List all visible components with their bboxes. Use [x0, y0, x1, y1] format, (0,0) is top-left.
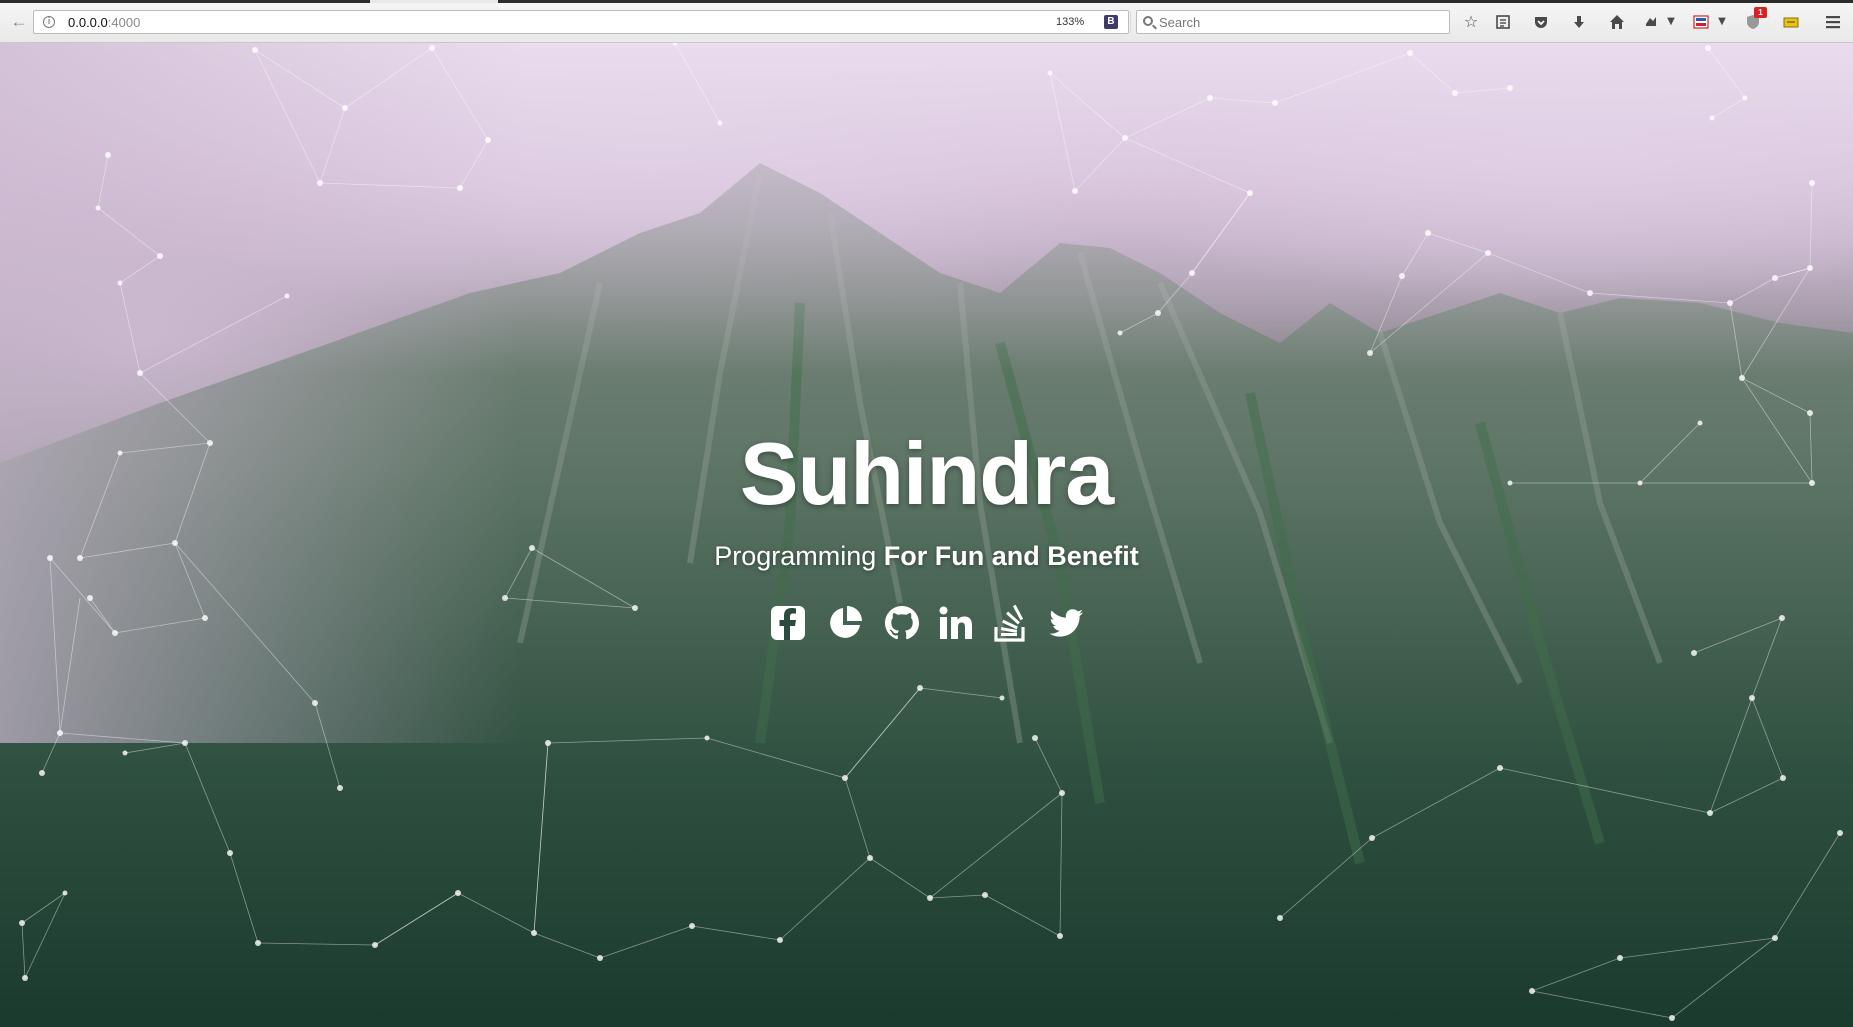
particle-network-overlay	[19, 43, 1843, 1021]
linkedin-icon[interactable]	[936, 603, 976, 643]
home-icon[interactable]	[1606, 11, 1628, 33]
pie-chart-icon[interactable]	[825, 603, 865, 643]
downloads-icon[interactable]	[1568, 11, 1590, 33]
chevron-down-icon[interactable]: ▼	[1711, 11, 1733, 33]
url-text[interactable]: 0.0.0.0:4000	[68, 15, 140, 30]
zoom-level[interactable]: 133%	[1056, 16, 1084, 28]
extension-b-badge[interactable]: B	[1104, 15, 1118, 29]
tagline-prefix: Programming	[714, 541, 884, 571]
tab-left[interactable]	[0, 0, 370, 3]
site-title: Suhindra	[739, 424, 1114, 523]
hero-section: Suhindra Programming For Fun and Benefit	[0, 43, 1853, 1027]
back-arrow-icon[interactable]: ←	[6, 11, 32, 33]
pocket-icon[interactable]	[1530, 11, 1552, 33]
facebook-icon[interactable]	[768, 603, 808, 643]
info-icon[interactable]: i	[43, 16, 55, 28]
extension-icon[interactable]	[1640, 11, 1662, 33]
notification-badge: 1	[1754, 7, 1767, 18]
tab-strip	[0, 0, 1853, 3]
tab-right[interactable]	[498, 0, 1853, 3]
tagline-emphasis: For Fun and Benefit	[883, 541, 1139, 571]
url-bar[interactable]: i 0.0.0.0:4000 133% B ↻	[33, 10, 1152, 34]
search-input[interactable]	[1159, 14, 1439, 31]
reading-list-icon[interactable]	[1492, 11, 1514, 33]
twitter-icon[interactable]	[1046, 603, 1086, 643]
search-bar[interactable]	[1136, 10, 1450, 34]
bookmark-star-icon[interactable]: ☆	[1460, 11, 1482, 33]
note-icon[interactable]	[1780, 11, 1802, 33]
chevron-down-icon[interactable]: ▼	[1660, 11, 1682, 33]
news-extension-icon[interactable]	[1690, 11, 1712, 33]
github-icon[interactable]	[882, 603, 922, 643]
menu-icon[interactable]	[1822, 11, 1844, 33]
url-port: :4000	[107, 15, 141, 30]
url-host: 0.0.0.0	[68, 15, 108, 30]
tagline: Programming For Fun and Benefit	[0, 541, 1853, 572]
social-links	[768, 603, 1088, 647]
stackoverflow-icon[interactable]	[990, 603, 1030, 643]
browser-toolbar: ← i 0.0.0.0:4000 133% B ↻ ☆ ▼ ▼ 1	[0, 0, 1853, 43]
search-icon	[1143, 16, 1153, 26]
